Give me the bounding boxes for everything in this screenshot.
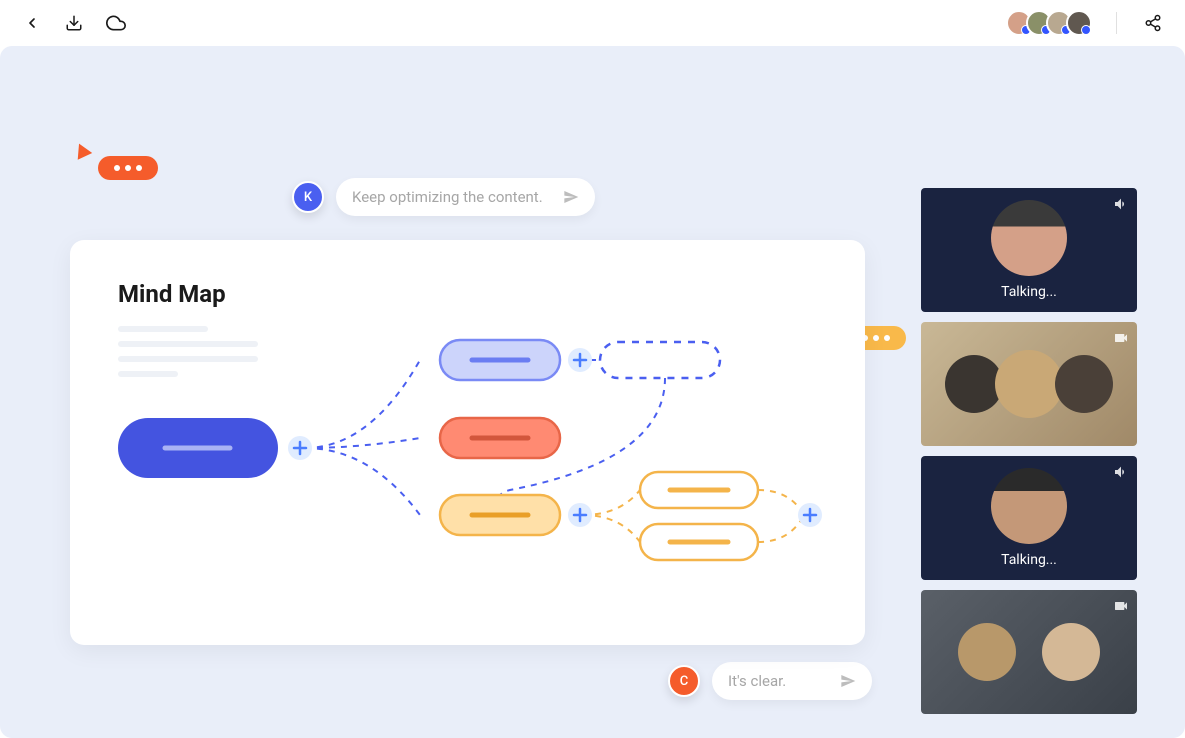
participants-photo: [921, 590, 1137, 714]
cloud-button[interactable]: [104, 11, 128, 35]
video-icon: [1113, 598, 1129, 614]
workspace: K Keep optimizing the content. C It's cl…: [0, 46, 1185, 738]
video-tile[interactable]: Talking...: [921, 456, 1137, 580]
node-dashed[interactable]: [600, 342, 720, 378]
send-icon[interactable]: [563, 189, 579, 205]
share-button[interactable]: [1141, 11, 1165, 35]
divider: [1116, 12, 1117, 34]
typing-indicator: [98, 156, 158, 180]
video-icon: [1113, 330, 1129, 346]
audio-icon: [1113, 196, 1129, 212]
comment-input[interactable]: Keep optimizing the content.: [336, 178, 595, 216]
video-tile[interactable]: [921, 322, 1137, 446]
avatar-initial: C: [680, 674, 689, 689]
video-tile[interactable]: [921, 590, 1137, 714]
comment-input[interactable]: It's clear.: [712, 662, 872, 700]
mindmap-diagram[interactable]: [110, 330, 830, 630]
video-status: Talking...: [1001, 284, 1057, 300]
comment-bottom: C It's clear.: [668, 662, 872, 700]
back-button[interactable]: [20, 11, 44, 35]
participant-avatar: [991, 200, 1067, 276]
cursor-arrow-icon: [72, 140, 92, 159]
comment-top: K Keep optimizing the content.: [292, 178, 595, 216]
video-tile[interactable]: Talking...: [921, 188, 1137, 312]
comment-avatar[interactable]: K: [292, 181, 324, 213]
mindmap-canvas[interactable]: Mind Map: [70, 240, 865, 645]
audio-icon: [1113, 464, 1129, 480]
avatar-initial: K: [304, 190, 312, 205]
comment-text: It's clear.: [728, 672, 820, 690]
send-icon[interactable]: [840, 673, 856, 689]
canvas-title: Mind Map: [118, 280, 817, 308]
participant-avatar: [991, 468, 1067, 544]
collaborator-avatars[interactable]: [1012, 10, 1092, 36]
video-status: Talking...: [1001, 552, 1057, 568]
comment-avatar[interactable]: C: [668, 665, 700, 697]
cursor-orange: [78, 156, 158, 180]
topbar: [0, 0, 1185, 46]
download-button[interactable]: [62, 11, 86, 35]
video-panel: Talking... Talking...: [921, 188, 1137, 714]
comment-text: Keep optimizing the content.: [352, 188, 543, 206]
avatar[interactable]: [1066, 10, 1092, 36]
participants-photo: [921, 322, 1137, 446]
